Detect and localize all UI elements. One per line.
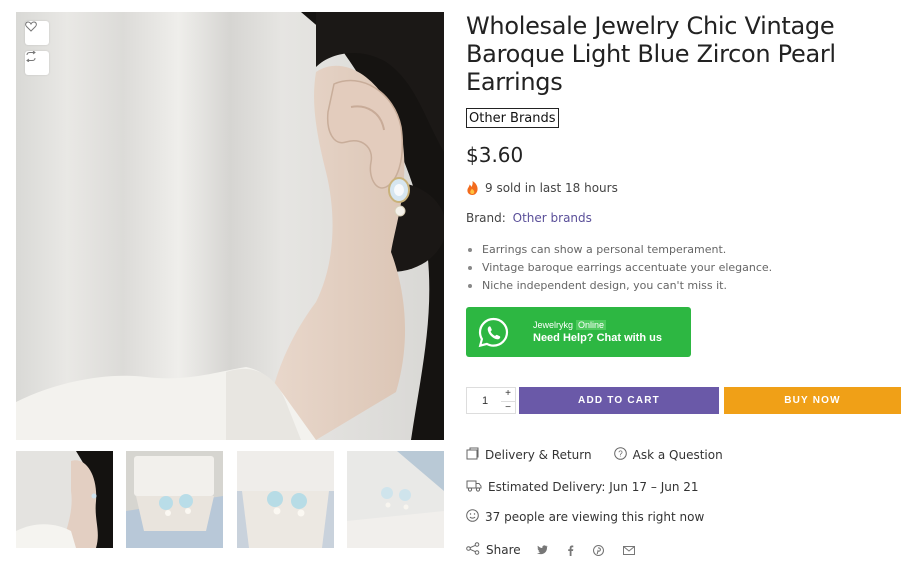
quantity-input[interactable]: [467, 388, 503, 413]
delivery-ask-row: Delivery & Return ? Ask a Question: [466, 447, 723, 463]
product-title: Wholesale Jewelry Chic Vintage Baroque L…: [466, 12, 836, 96]
agent-name: Jewelrykg: [533, 320, 574, 330]
viewers-counter: 37 people are viewing this right now: [466, 509, 704, 525]
main-product-image[interactable]: [16, 12, 444, 440]
sold-text: 9 sold in last 18 hours: [485, 181, 618, 195]
share-row: Share: [466, 542, 654, 558]
thumbnail-3[interactable]: [237, 451, 334, 548]
estimated-delivery-text: Estimated Delivery: Jun 17 – Jun 21: [488, 480, 699, 494]
twitter-icon[interactable]: [536, 545, 554, 555]
delivery-icon: [466, 447, 485, 463]
add-to-cart-row: + − ADD TO CART BUY NOW: [466, 387, 902, 414]
sold-counter: 9 sold in last 18 hours: [466, 181, 906, 195]
estimated-delivery: Estimated Delivery: Jun 17 – Jun 21: [466, 479, 699, 495]
smiley-icon: [466, 509, 485, 525]
brand-tag[interactable]: Other Brands: [466, 108, 559, 128]
feature-list: Earrings can show a personal temperament…: [466, 241, 906, 295]
product-price: $3.60: [466, 143, 524, 167]
product-info: Wholesale Jewelry Chic Vintage Baroque L…: [466, 12, 906, 557]
add-to-cart-button[interactable]: ADD TO CART: [519, 387, 719, 414]
pinterest-icon[interactable]: [592, 544, 610, 556]
chat-cta: Need Help? Chat with us: [533, 332, 662, 344]
delivery-return-link[interactable]: Delivery & Return: [485, 448, 592, 462]
whatsapp-icon: [478, 317, 509, 348]
brand-label: Brand:: [466, 211, 506, 225]
brand-line: Brand: Other brands: [466, 211, 906, 225]
buy-now-button[interactable]: BUY NOW: [724, 387, 901, 414]
list-item: Earrings can show a personal temperament…: [466, 241, 906, 259]
list-item: Vintage baroque earrings accentuate your…: [466, 259, 906, 277]
email-icon[interactable]: [622, 545, 641, 555]
list-item: Niche independent design, you can't miss…: [466, 277, 906, 295]
svg-text:?: ?: [618, 449, 623, 458]
viewers-text: 37 people are viewing this right now: [485, 510, 705, 524]
thumbnail-strip: [16, 451, 444, 548]
compare-button[interactable]: [25, 51, 49, 75]
quantity-minus-button[interactable]: −: [501, 401, 515, 413]
thumbnail-1[interactable]: [16, 451, 113, 548]
quantity-plus-button[interactable]: +: [501, 388, 515, 400]
share-icon: [466, 542, 486, 558]
wishlist-button[interactable]: [25, 21, 49, 45]
whatsapp-chat-button[interactable]: Jewelrykg Online Need Help? Chat with us: [466, 307, 691, 357]
share-label: Share: [486, 543, 521, 557]
quantity-stepper: + −: [466, 387, 516, 414]
online-badge: Online: [576, 320, 607, 330]
model-ear-earring-photo: [16, 12, 444, 440]
truck-icon: [466, 479, 488, 495]
share-icons: [536, 544, 654, 556]
thumbnail-2[interactable]: [126, 451, 223, 548]
thumbnail-4[interactable]: [347, 451, 444, 548]
brand-link[interactable]: Other brands: [513, 211, 592, 225]
whatsapp-text: Jewelrykg Online Need Help? Chat with us: [533, 320, 662, 344]
ask-question-link[interactable]: Ask a Question: [633, 448, 723, 462]
question-icon: ?: [613, 447, 633, 463]
facebook-icon[interactable]: [567, 545, 580, 556]
fire-icon: [466, 181, 479, 195]
